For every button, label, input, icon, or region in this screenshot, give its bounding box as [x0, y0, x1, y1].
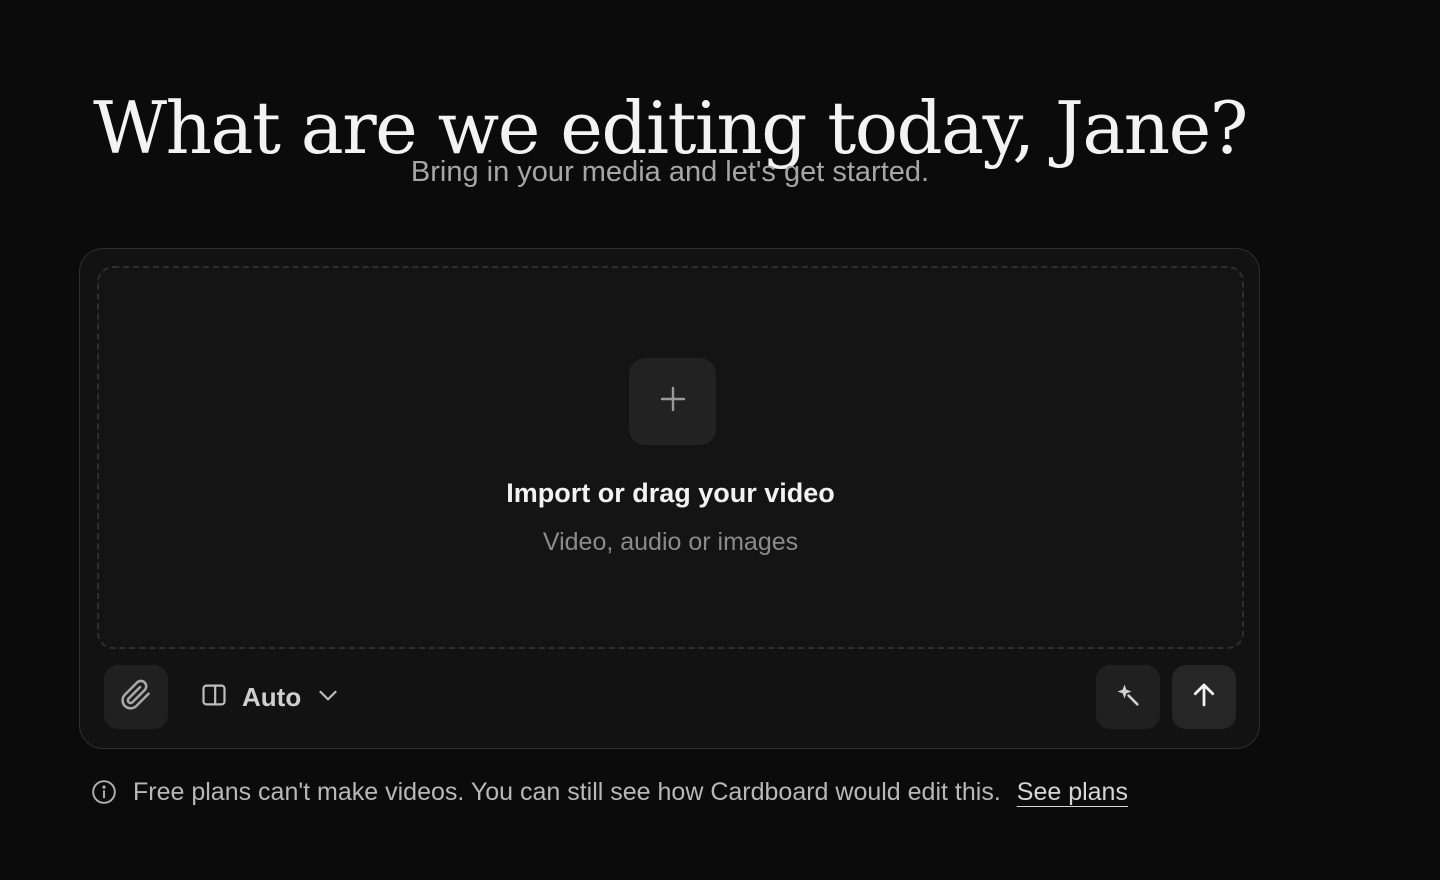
plus-icon: [659, 385, 687, 418]
composer-panel: Import or drag your video Video, audio o…: [79, 248, 1260, 749]
info-icon: [91, 779, 117, 805]
media-dropzone[interactable]: Import or drag your video Video, audio o…: [97, 266, 1244, 649]
see-plans-link[interactable]: See plans: [1017, 778, 1128, 807]
dropzone-subtitle: Video, audio or images: [542, 528, 799, 556]
send-button[interactable]: [1172, 665, 1236, 729]
mode-label: Auto: [242, 681, 302, 712]
page: What are we editing today, Jane? Bring i…: [0, 0, 1440, 880]
mode-dropdown[interactable]: Auto: [200, 665, 341, 729]
chevron-down-icon: [315, 682, 341, 713]
notice-text: Free plans can't make videos. You can st…: [133, 777, 1001, 806]
page-subtitle: Bring in your media and let's get starte…: [410, 156, 930, 188]
magic-wand-icon: [1114, 681, 1142, 714]
paperclip-icon: [120, 679, 152, 716]
sidebar-layout-icon: [200, 681, 228, 714]
magic-button[interactable]: [1096, 665, 1160, 729]
dropzone-title: Import or drag your video: [506, 478, 835, 508]
attach-button[interactable]: [104, 665, 168, 729]
import-button[interactable]: [629, 358, 716, 445]
arrow-up-icon: [1189, 680, 1219, 715]
plan-notice: Free plans can't make videos. You can st…: [91, 772, 1128, 812]
